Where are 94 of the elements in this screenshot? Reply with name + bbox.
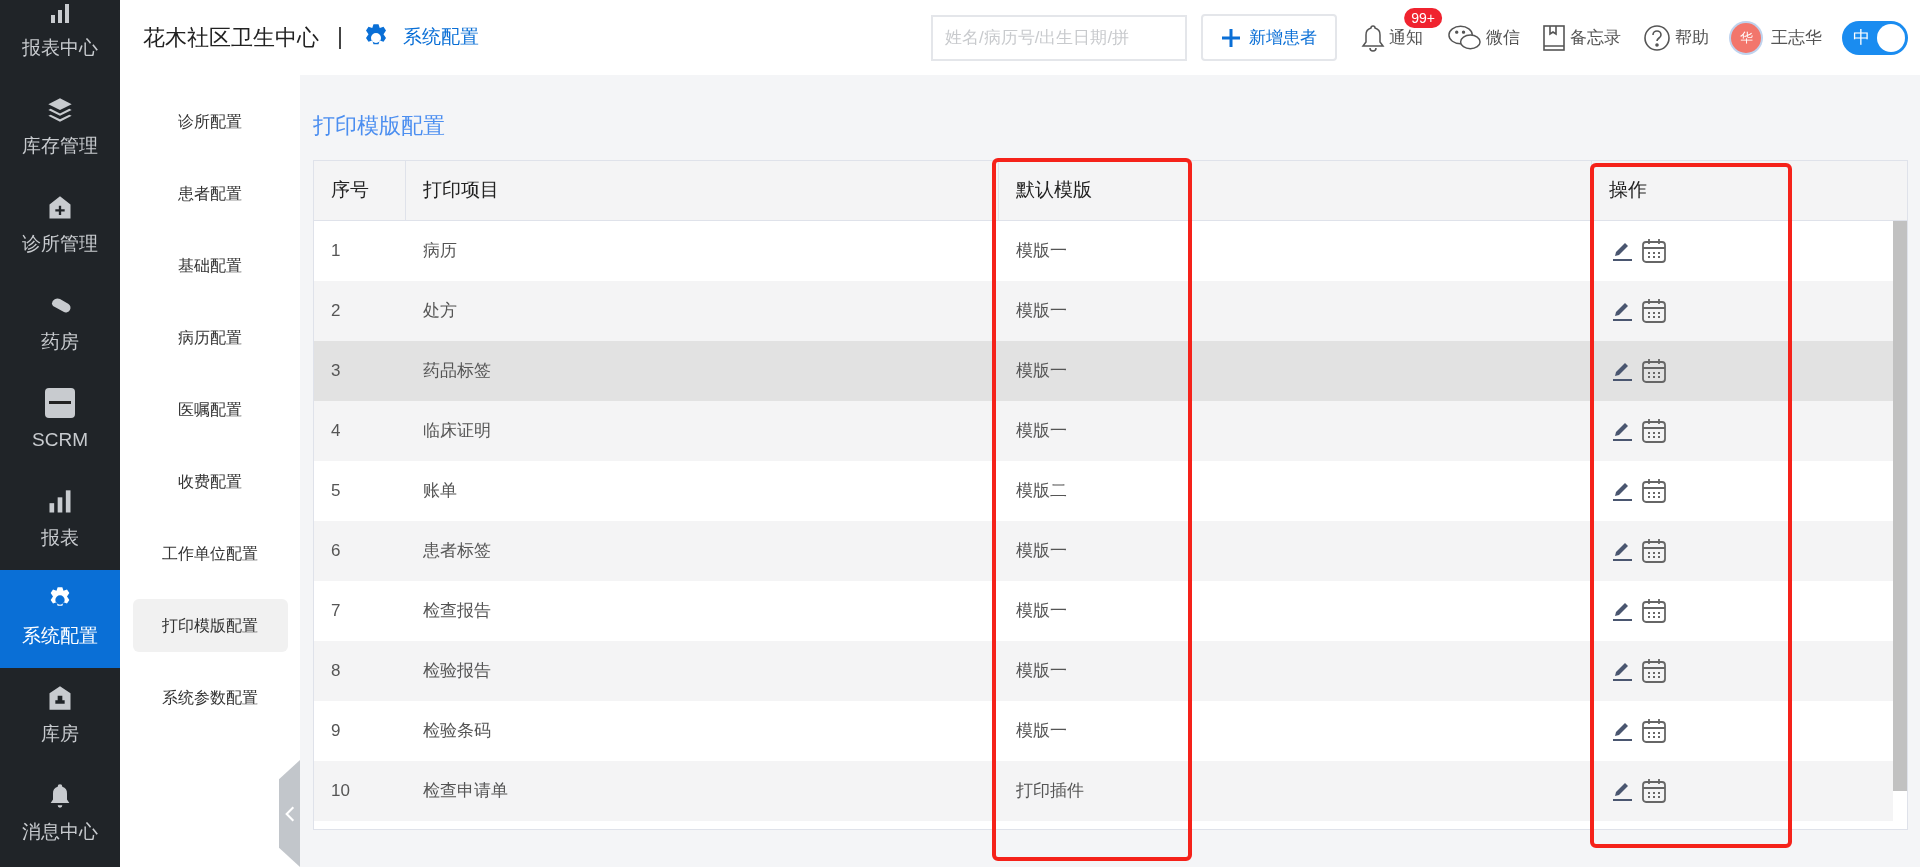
table-cell-text: 账单 (422, 480, 458, 503)
memo-button[interactable]: 备忘录 (1542, 23, 1621, 52)
table-cell-text: 模版一 (1015, 660, 1068, 683)
calendar-icon[interactable] (1641, 478, 1667, 504)
menu-item[interactable]: 基础配置 (132, 239, 288, 292)
table-cell-text: 7 (330, 600, 342, 623)
nav-item[interactable]: 药房 (0, 276, 120, 374)
nav-item[interactable]: 系统配置 (0, 570, 120, 668)
table-cell-text: 4 (330, 420, 342, 443)
section-title: 系统配置 (403, 25, 479, 50)
nav-item[interactable]: 库存管理 (0, 80, 120, 178)
table-cell-text: 临床证明 (422, 420, 492, 443)
table-cell-text: 6 (330, 540, 342, 563)
table-row[interactable]: 8 检验报告 模版一 (314, 641, 1893, 701)
table-cell-text: 检查申请单 (422, 780, 509, 803)
collapse-handle[interactable] (279, 760, 300, 867)
table-cell-text: 5 (330, 480, 342, 503)
calendar-icon[interactable] (1641, 298, 1667, 324)
edit-icon[interactable] (1611, 360, 1633, 382)
table-cell-text: 模版一 (1015, 300, 1068, 323)
table-row[interactable]: 4 临床证明 模版一 (314, 401, 1893, 461)
edit-icon[interactable] (1611, 780, 1633, 802)
table-cell-text: 2 (330, 300, 342, 323)
table-row[interactable]: 2 处方 模版一 (314, 281, 1893, 341)
menu-item[interactable]: 病历配置 (132, 311, 288, 364)
table-cell-text: 模版一 (1015, 240, 1068, 263)
help-icon (1643, 23, 1671, 52)
edit-icon[interactable] (1611, 420, 1633, 442)
calendar-icon[interactable] (1641, 598, 1667, 624)
calendar-icon[interactable] (1641, 418, 1667, 444)
calendar-icon[interactable] (1641, 658, 1667, 684)
nav-item[interactable]: 报表中心 (0, 0, 120, 80)
org-name: 花木社区卫生中心 (143, 24, 319, 52)
table-row[interactable]: 6 患者标签 模版一 (314, 521, 1893, 581)
bell-icon (1361, 22, 1385, 53)
table-cell-text: 模版一 (1015, 420, 1068, 443)
edit-icon[interactable] (1611, 480, 1633, 502)
edit-icon[interactable] (1611, 240, 1633, 262)
column-header: 操作 (1608, 178, 1648, 203)
edit-icon[interactable] (1611, 600, 1633, 622)
table-cell-text: 患者标签 (422, 540, 492, 563)
table-row[interactable]: 3 药品标签 模版一 (314, 341, 1893, 401)
menu-item[interactable]: 收费配置 (132, 455, 288, 508)
table-cell-text: 药品标签 (422, 360, 492, 383)
table-cell-text: 10 (330, 780, 351, 803)
book-icon (1542, 23, 1566, 52)
plus-icon (1221, 27, 1241, 48)
edit-icon[interactable] (1611, 660, 1633, 682)
edit-icon[interactable] (1611, 720, 1633, 742)
bar-chart-icon (48, 1, 72, 26)
nav-item[interactable]: 诊所管理 (0, 178, 120, 276)
table-cell-text: 检验条码 (422, 720, 492, 743)
calendar-icon[interactable] (1641, 238, 1667, 264)
table-cell-text: 8 (330, 660, 342, 683)
table-cell-text: 病历 (422, 240, 458, 263)
chevron-left-icon (284, 804, 295, 823)
edit-icon[interactable] (1611, 300, 1633, 322)
page-title: 打印模版配置 (313, 112, 446, 140)
table-cell-text: 9 (330, 720, 342, 743)
column-header: 打印项目 (406, 161, 999, 220)
help-button[interactable]: 帮助 (1643, 23, 1709, 52)
menu-item[interactable]: 医嘱配置 (132, 383, 288, 436)
table-cell-text: 打印插件 (1015, 780, 1085, 803)
edit-icon[interactable] (1611, 540, 1633, 562)
nav-item[interactable]: 库房 (0, 668, 120, 766)
user-name: 王志华 (1771, 26, 1822, 49)
calendar-icon[interactable] (1641, 718, 1667, 744)
calendar-icon[interactable] (1641, 778, 1667, 804)
nav-item[interactable]: SCRM (0, 374, 120, 472)
calendar-icon[interactable] (1641, 358, 1667, 384)
table-cell-text: 1 (330, 240, 342, 263)
table-cell-text: 检验报告 (422, 660, 492, 683)
table-cell-text: 检查报告 (422, 600, 492, 623)
menu-item[interactable]: 患者配置 (132, 167, 288, 220)
table-cell-text: 模版一 (1015, 600, 1068, 623)
wechat-button[interactable]: 微信 (1447, 22, 1520, 53)
table-cell-text: 模版一 (1015, 720, 1068, 743)
menu-item[interactable]: 打印模版配置 (132, 599, 288, 652)
menu-item[interactable]: 工作单位配置 (132, 527, 288, 580)
column-header: 序号 (314, 161, 406, 220)
table-cell-text: 3 (330, 360, 342, 383)
count-badge: 99+ (1404, 7, 1442, 28)
calendar-icon[interactable] (1641, 538, 1667, 564)
nav-item[interactable]: 消息中心 (0, 766, 120, 864)
new-patient-button[interactable]: 新增患者 (1201, 14, 1337, 61)
table-cell-text: 模版一 (1015, 360, 1068, 383)
table-cell-text: 处方 (422, 300, 458, 323)
table-row[interactable]: 10 检查申请单 打印插件 (314, 761, 1893, 821)
nav-item[interactable]: 报表 (0, 472, 120, 570)
table-cell-text: 模版一 (1015, 540, 1068, 563)
column-header: 默认模版 (999, 161, 1592, 220)
menu-item[interactable]: 系统参数配置 (132, 671, 288, 724)
table-cell-text: 模版二 (1015, 480, 1068, 503)
menu-item[interactable]: 诊所配置 (132, 95, 288, 148)
